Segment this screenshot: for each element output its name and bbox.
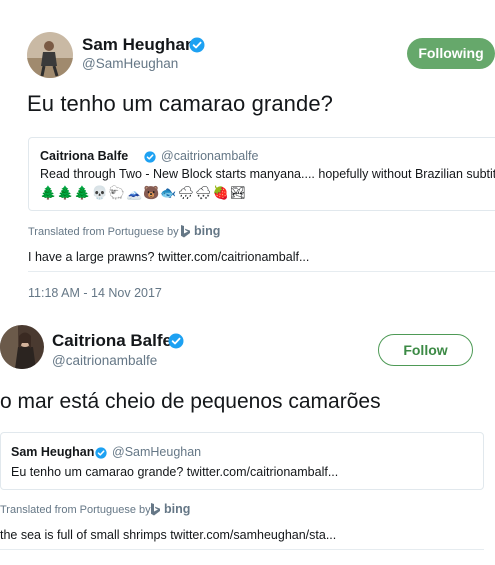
verified-icon bbox=[95, 446, 107, 464]
author-handle[interactable]: @caitrionambalfe bbox=[52, 353, 157, 368]
divider bbox=[28, 271, 495, 272]
follow-button[interactable]: Follow bbox=[378, 334, 473, 366]
fish-icon: 🐟 bbox=[160, 185, 177, 200]
caitriona-balfe-avatar[interactable] bbox=[0, 325, 44, 369]
timestamp[interactable]: 11:18 AM - 14 Nov 2017 bbox=[28, 286, 162, 300]
verified-icon bbox=[189, 37, 205, 58]
landscape-icon: 🏞 bbox=[229, 185, 247, 200]
quoted-author-name: Sam Heughan bbox=[11, 445, 95, 459]
tweet-text: Eu tenho um camarao grande? bbox=[27, 91, 334, 116]
translated-from-label: Translated from Portuguese by bbox=[28, 226, 179, 238]
divider bbox=[0, 549, 484, 550]
bing-logo-icon[interactable] bbox=[150, 503, 161, 521]
bing-logo-icon[interactable] bbox=[180, 225, 191, 243]
quoted-author-name: Caitriona Balfe bbox=[40, 149, 129, 163]
quoted-emoji-row: 🌲🌲🌲💀🐑🗻🐻🐟🌧🌨🍓🏞 bbox=[40, 185, 247, 201]
bear-icon: 🐻 bbox=[143, 185, 160, 200]
pine-tree-icon: 🌲 bbox=[74, 185, 91, 200]
strawberry-icon: 🍓 bbox=[212, 185, 229, 200]
translated-text: the sea is full of small shrimps twitter… bbox=[0, 528, 337, 542]
pine-tree-icon: 🌲 bbox=[57, 185, 74, 200]
author-name[interactable]: Sam Heughan bbox=[82, 35, 195, 55]
bing-label[interactable]: bing bbox=[164, 502, 190, 516]
quoted-tweet[interactable]: Caitriona Balfe @caitrionambalfe Read th… bbox=[28, 137, 495, 211]
author-handle[interactable]: @SamHeughan bbox=[82, 56, 178, 71]
translated-from-label: Translated from Portuguese by bbox=[0, 504, 151, 516]
rain-cloud-icon: 🌧 bbox=[177, 185, 195, 200]
following-button[interactable]: Following bbox=[407, 38, 495, 69]
verified-icon bbox=[144, 150, 156, 168]
quoted-tweet-text: Read through Two - New Block starts many… bbox=[40, 167, 495, 181]
tweet-text: o mar está cheio de pequenos camarões bbox=[0, 390, 381, 413]
pine-tree-icon: 🌲 bbox=[40, 185, 57, 200]
snow-cloud-icon: 🌨 bbox=[195, 185, 212, 200]
quoted-author-handle: @SamHeughan bbox=[112, 445, 202, 459]
quoted-tweet[interactable]: Sam Heughan @SamHeughan Eu tenho um cama… bbox=[0, 432, 484, 490]
verified-icon bbox=[168, 333, 184, 354]
sheep-icon: 🐑 bbox=[108, 185, 125, 200]
author-name[interactable]: Caitriona Balfe bbox=[52, 331, 172, 351]
quoted-tweet-text: Eu tenho um camarao grande? twitter.com/… bbox=[11, 465, 339, 479]
sam-heughan-avatar[interactable] bbox=[27, 32, 73, 78]
mountain-icon: 🗻 bbox=[125, 185, 143, 200]
bing-label[interactable]: bing bbox=[194, 224, 220, 238]
skull-icon: 💀 bbox=[91, 185, 108, 200]
quoted-author-handle: @caitrionambalfe bbox=[161, 149, 259, 163]
translated-text: I have a large prawns? twitter.com/caitr… bbox=[28, 250, 310, 264]
